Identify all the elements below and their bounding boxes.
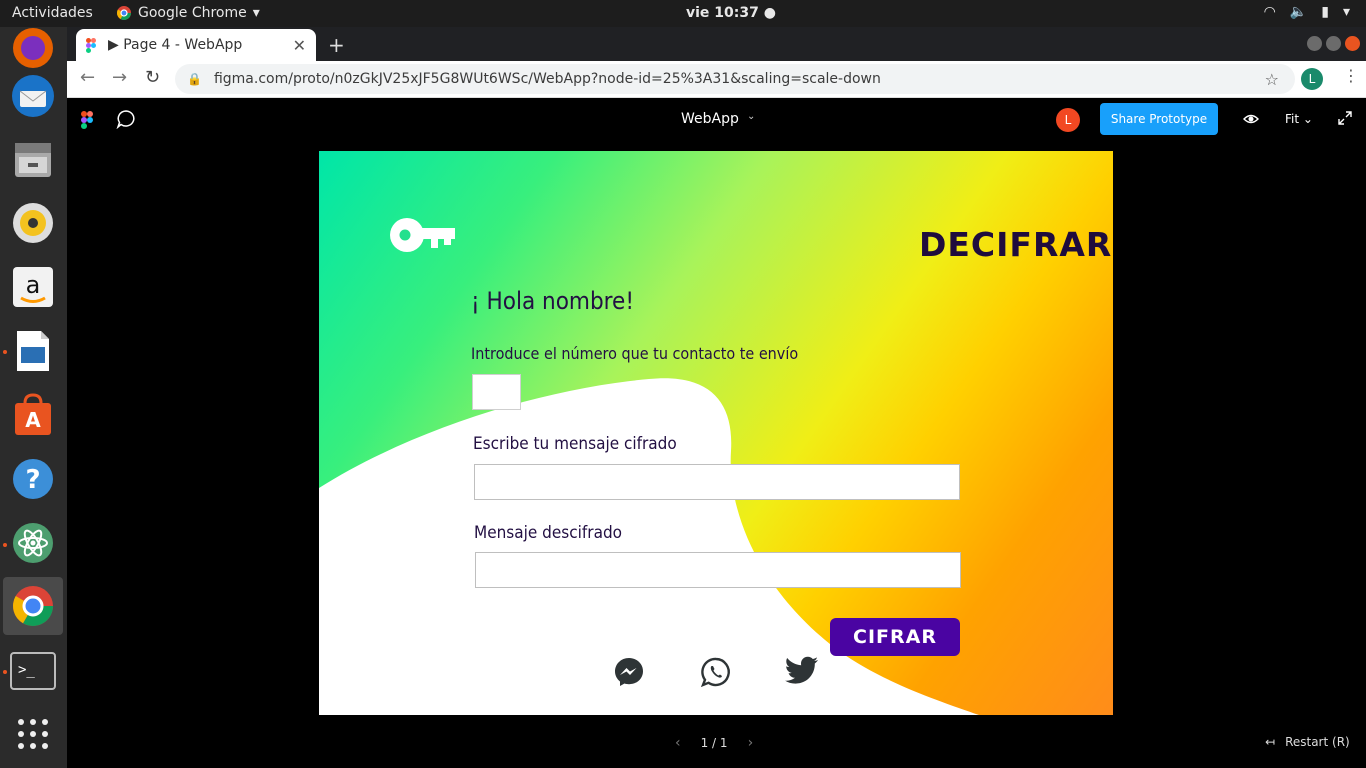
help-icon: ? [13, 459, 53, 499]
twitter-icon[interactable] [785, 656, 819, 686]
zoom-menu[interactable]: Fit ⌄ [1285, 112, 1313, 126]
app-menu-arrow-icon: ▾ [252, 5, 260, 21]
cipher-message-input[interactable] [474, 464, 960, 500]
app-name: Google Chrome [138, 5, 247, 21]
file-name[interactable]: WebApp [681, 111, 739, 127]
atom-launcher[interactable] [3, 514, 63, 572]
prototype-frame: DECIFRAR ¡ Hola nombre! Introduce el núm… [319, 151, 1113, 715]
amazon-launcher[interactable]: a [3, 258, 63, 316]
system-menu-arrow-icon: ▾ [1342, 4, 1350, 20]
chrome-small-icon [116, 6, 131, 20]
files-icon [15, 143, 51, 177]
address-bar[interactable]: 🔒 figma.com/proto/n0zGkJV25xJF5G8WUt6WSc… [175, 64, 1295, 94]
lock-icon: 🔒 [187, 72, 202, 86]
figma-favicon-icon [86, 37, 96, 53]
restart-button[interactable]: ↤ Restart (R) [1265, 735, 1350, 749]
app-menu[interactable]: Google Chrome ▾ [116, 5, 260, 21]
cifrar-button[interactable]: CIFRAR [830, 618, 960, 656]
comment-icon[interactable] [116, 109, 136, 129]
software-launcher[interactable]: A [3, 386, 63, 444]
thunderbird-launcher[interactable] [3, 67, 63, 125]
url-text: figma.com/proto/n0zGkJV25xJF5G8WUt6WSc/W… [213, 71, 881, 87]
fullscreen-icon[interactable] [1338, 111, 1352, 125]
wifi-icon: ◠ [1263, 4, 1276, 20]
rhythmbox-launcher[interactable] [3, 194, 63, 252]
rhythmbox-icon [13, 203, 53, 243]
profile-avatar[interactable]: L [1301, 68, 1323, 90]
system-top-bar: Actividades Google Chrome ▾ vie 10:37 ● … [0, 0, 1366, 27]
apps-grid-launcher[interactable] [3, 705, 63, 763]
tab-page-4[interactable]: ▶ Page 4 - WebApp ✕ [76, 29, 316, 61]
messenger-icon[interactable] [613, 656, 645, 688]
restart-label: Restart (R) [1285, 735, 1350, 749]
key-logo-icon [390, 218, 455, 252]
system-indicators[interactable]: ◠ 🔈 ▮ ▾ [1264, 4, 1350, 20]
user-avatar[interactable]: L [1056, 108, 1080, 132]
number-prompt-label: Introduce el número que tu contacto te e… [471, 344, 799, 363]
back-icon[interactable]: ← [80, 67, 95, 88]
files-launcher[interactable] [3, 130, 63, 188]
help-launcher[interactable]: ? [3, 450, 63, 508]
battery-icon: ▮ [1321, 4, 1329, 20]
software-center-icon: A [15, 393, 51, 435]
decoded-message-output[interactable] [475, 552, 961, 588]
close-tab-icon[interactable]: ✕ [293, 36, 306, 55]
chrome-launcher[interactable] [3, 577, 63, 635]
clock[interactable]: vie 10:37 ● [686, 5, 776, 21]
terminal-icon: >_ [10, 652, 56, 690]
share-prototype-button[interactable]: Share Prototype [1100, 103, 1218, 135]
svg-text:?: ? [25, 465, 40, 495]
next-page-icon[interactable]: › [748, 735, 754, 751]
close-window-button[interactable] [1345, 36, 1360, 51]
page-heading: DECIFRAR [919, 225, 1113, 264]
amazon-icon: a [13, 267, 53, 307]
minimize-button[interactable] [1307, 36, 1322, 51]
libreoffice-impress-icon [17, 331, 49, 371]
whatsapp-icon[interactable] [700, 656, 732, 688]
window-controls [1307, 36, 1360, 51]
page-pager: ‹ 1 / 1 › [675, 735, 753, 751]
browser-menu-icon[interactable]: ⋮ [1343, 66, 1359, 85]
figma-logo-icon[interactable] [81, 111, 93, 129]
restart-arrow-icon: ↤ [1265, 735, 1276, 749]
contact-number-input[interactable] [472, 374, 521, 410]
svg-text:A: A [25, 408, 41, 432]
bookmark-star-icon[interactable]: ☆ [1265, 70, 1279, 89]
eye-icon[interactable] [1243, 111, 1259, 127]
decoded-message-label: Mensaje descifrado [474, 523, 623, 543]
chrome-icon [13, 586, 53, 626]
greeting-text: ¡ Hola nombre! [471, 287, 634, 315]
forward-icon[interactable]: → [112, 67, 127, 88]
reload-icon[interactable]: ↻ [145, 67, 160, 88]
svg-text:>_: >_ [18, 662, 35, 678]
firefox-icon [13, 28, 53, 68]
previous-page-icon[interactable]: ‹ [675, 735, 681, 751]
maximize-button[interactable] [1326, 36, 1341, 51]
dock: a A ? >_ [0, 27, 67, 768]
chevron-down-icon[interactable]: ⌄ [747, 111, 755, 122]
thunderbird-icon [12, 75, 54, 117]
volume-icon: 🔈 [1289, 4, 1308, 20]
cipher-message-label: Escribe tu mensaje cifrado [473, 434, 677, 454]
terminal-launcher[interactable]: >_ [3, 642, 63, 700]
apps-grid-icon [18, 719, 48, 749]
impress-launcher[interactable] [3, 322, 63, 380]
page-indicator: 1 / 1 [700, 736, 728, 750]
atom-icon [13, 523, 53, 563]
svg-text:a: a [26, 271, 41, 299]
tab-title: ▶ Page 4 - WebApp [108, 37, 243, 53]
new-tab-button[interactable]: + [328, 33, 345, 57]
chevron-down-icon: ⌄ [1302, 112, 1313, 126]
